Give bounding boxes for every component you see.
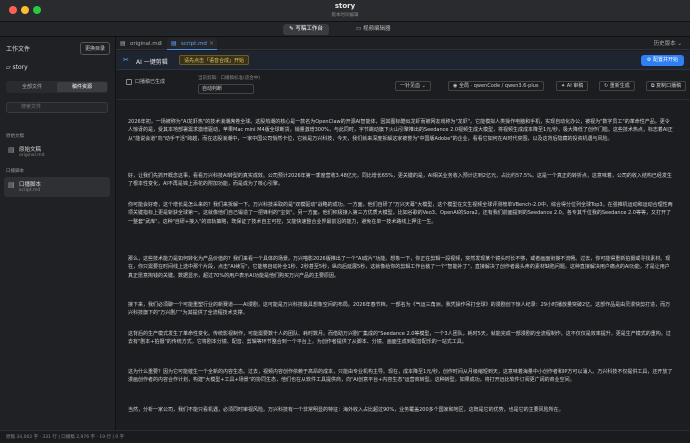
file-path: script.md [19, 188, 41, 193]
window-title: story [334, 2, 356, 10]
regenerate-button[interactable]: ↻ 重新生成 [599, 81, 635, 91]
script-editor[interactable]: 2026年初，一场被称为"AI龙虾热"的技术浪潮席卷全球。这股热潮的核心是一款名… [116, 101, 690, 430]
current-edit-label: 当前剪辑：口播稿标准(适合中) [198, 76, 261, 81]
configure-and-start-button[interactable]: ⚙ 配置并开始 [640, 55, 684, 66]
document-icon: ▤ [8, 146, 15, 154]
video-icon: ▭ [356, 26, 363, 32]
tab-script[interactable]: ▤ script.md × [167, 38, 217, 50]
file-item-original[interactable]: ▤ 原始文稿 original.md [4, 142, 110, 162]
ai-review-label: AI 审稿 [566, 83, 584, 89]
close-icon[interactable]: × [209, 38, 214, 50]
paragraph: 这为什么重要？因为它可能催生一个全新的内容生态。过去，视频内容创作依赖于高昂的成… [128, 369, 673, 384]
chevron-down-icon: ⌄ [420, 83, 426, 89]
file-name: 口播脚本 [19, 182, 42, 188]
script-generated-label: 口播稿已生成 [135, 79, 166, 85]
status-bar: 原稿 34,002 字 · 331 行 | 口播稿 2,976 字 · 19 行… [0, 430, 690, 443]
chevron-down-icon: ⌄ [675, 41, 682, 47]
mode-label: 视频编辑器 [362, 26, 391, 32]
tab-label: script.md [181, 41, 207, 47]
scissors-icon: ✂ [123, 56, 129, 64]
file-path: original.md [19, 153, 45, 158]
ai-edit-bar: ✂ AI 一键剪辑 请先点击「语音合成」开始 ⚙ 配置并开始 [116, 51, 690, 70]
configure-label: 配置并开始 [652, 57, 678, 63]
history-label: 历史版本 [653, 41, 676, 47]
script-generated-checkbox[interactable] [126, 79, 132, 85]
file-item-script[interactable]: ▤ 口播脚本 script.md [4, 177, 110, 197]
sidebar: 工作文件 更换目录 ▱ story 全部文件 稿件资源 ⌕ 搜索文件 原始文稿 … [0, 37, 116, 430]
group-title-original: 原始文稿 [6, 134, 24, 139]
ai-edit-hint-badge: 请先点击「语音合成」开始 [179, 55, 250, 65]
tab-label: original.md [130, 41, 162, 47]
document-icon: ▤ [120, 40, 126, 47]
app-window: story 版本时间编辑 ✎ 写稿工作台 ▭ 视频编辑器 工作文件 更换目录 ▱… [0, 0, 690, 443]
project-name[interactable]: ▱ story [6, 64, 28, 71]
segment-all-files[interactable]: 全部文件 [7, 82, 57, 92]
paragraph: 好，让我们先抓开概念这事，看看万兴科技AI转型的真实成效。公司预计2026年第一… [128, 173, 672, 188]
paragraph: 这背后的生产模式发生了革命性变化。传统影视制作，可能需要数十人的团队、耗时数月。… [128, 331, 671, 346]
mode-select-value: 自动判断 [202, 86, 223, 92]
ai-review-button[interactable]: ✦ AI 审稿 [556, 81, 589, 91]
document-icon: ▤ [171, 40, 177, 47]
style-select-value: 一针见血 [400, 83, 421, 89]
search-input[interactable]: 搜索文件 [6, 102, 108, 113]
mode-video-editor[interactable]: ▭ 视频编辑器 [350, 24, 396, 35]
script-options-bar: 口播稿已生成 当前剪辑：口播稿标准(适合中) 自动判断 一针见血 ⌄ ◉ 全局 … [116, 70, 690, 100]
word-count-status: 原稿 34,002 字 · 331 行 | 口播稿 2,976 字 · 19 行… [6, 435, 125, 440]
close-icon[interactable]: × [158, 38, 163, 50]
paragraph: 2026年初，一场被称为"AI龙虾热"的技术浪潮席卷全球。这股热潮的核心是一款名… [128, 119, 673, 142]
copy-label: 复制口播稿 [656, 83, 682, 89]
editor-tabs: ▤ original.md × ▤ script.md × 历史版本 ⌄ [116, 37, 690, 50]
mode-label: 写稿工作台 [295, 26, 323, 32]
copy-script-button[interactable]: ⧉ 复制口播稿 [646, 81, 687, 91]
paragraph: 你可能会好奇，这个增长是怎么来的？我们来拆解一下。万兴科技采取的是"双模驱动"战… [128, 202, 673, 225]
paragraph: 接下来，我们必须聊一个可能重塑行业的新赛道——AI漫剧，这可能是万兴科技最具想象… [128, 302, 671, 317]
segment-draft-resources[interactable]: 稿件资源 [57, 82, 107, 92]
title-bar: story 版本时间编辑 [0, 0, 690, 22]
window-subtitle: 版本时间编辑 [331, 13, 359, 18]
ai-edit-title: AI 一键剪辑 [136, 59, 168, 66]
paragraph: 那么，这些技术能力是如何转化为产品价值的？我们来看一个具体的场景。万兴喵影202… [128, 256, 671, 279]
sidebar-title: 工作文件 [6, 46, 31, 53]
tab-original[interactable]: ▤ original.md × [116, 38, 166, 50]
paragraph: 当然，分析一家公司，我们不能只看机遇，必须同时审视风险。万兴科技有一个非常明显的… [128, 407, 564, 413]
project-label: story [12, 64, 28, 71]
mode-switcher: ✎ 写稿工作台 ▭ 视频编辑器 [0, 22, 690, 37]
document-icon: ▤ [8, 181, 15, 189]
style-select[interactable]: 一针见血 ⌄ [395, 81, 431, 91]
mode-writing-workbench[interactable]: ✎ 写稿工作台 [283, 24, 329, 35]
model-select[interactable]: ◉ 全局 · qwenCode / qwen3.6-plus [448, 81, 544, 91]
mode-select[interactable]: 自动判断 [198, 84, 254, 94]
change-directory-button[interactable]: 更换目录 [80, 42, 111, 55]
history-versions-button[interactable]: 历史版本 ⌄ [654, 38, 682, 50]
model-select-value: 全局 · qwenCode / qwen3.6-plus [458, 83, 539, 89]
file-filter-segment: 全部文件 稿件资源 [6, 81, 108, 93]
group-title-script: 口播脚本 [6, 169, 24, 174]
regenerate-label: 重新生成 [609, 83, 630, 89]
file-name: 原始文稿 [19, 147, 42, 153]
